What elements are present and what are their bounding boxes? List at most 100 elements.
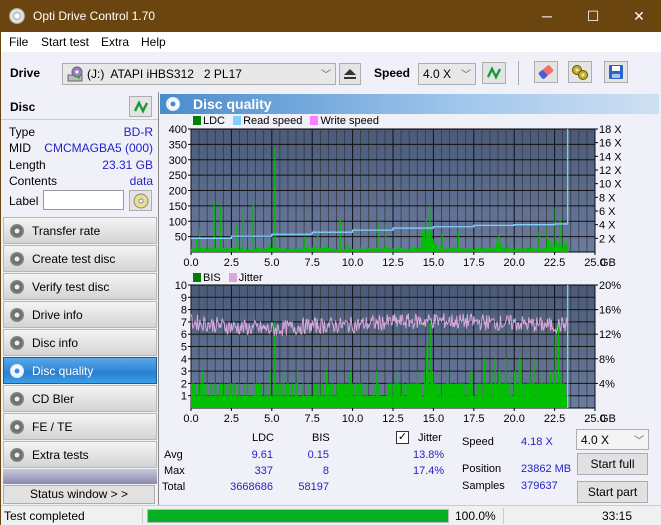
erase-icon bbox=[538, 65, 554, 79]
y-tick-label: 400 bbox=[169, 124, 187, 136]
start-part-button[interactable]: Start part bbox=[577, 481, 648, 503]
stats-avg-label: Avg bbox=[164, 449, 183, 461]
ldc-bar bbox=[236, 225, 238, 252]
menu-extra[interactable]: Extra bbox=[101, 35, 129, 49]
status-bar: Test completed 100.0% 33:15 bbox=[1, 505, 661, 525]
erase-button[interactable] bbox=[534, 61, 558, 83]
ldc-chart: 50 100 150 200 250 300 350 400 2 X4 X 6 X 8 X10 X 1… bbox=[169, 124, 623, 269]
ldc-bar bbox=[567, 246, 569, 252]
nav-disc-info[interactable]: Disc info bbox=[3, 329, 157, 356]
sidebar: Disc Type BD-R MID CMCMAGBA5 (000) Length 2… bbox=[1, 92, 159, 505]
eject-icon bbox=[344, 69, 356, 79]
bis-chart: 12345678910 4% 8% 12% 16% 20% 0.0 2.5 5.0 7.5 10.0… bbox=[175, 280, 621, 425]
disc-refresh-button[interactable] bbox=[129, 96, 152, 117]
nav-label: Create test disc bbox=[32, 252, 116, 266]
nav-verify-test-disc[interactable]: Verify test disc bbox=[3, 273, 157, 300]
x-tick-label: 12.5 bbox=[382, 413, 403, 425]
nav-filler bbox=[3, 469, 157, 484]
main-panel: Disc quality LDC Read speed Write speed … bbox=[159, 92, 661, 505]
y-tick-label: 1 bbox=[181, 391, 187, 403]
nav-transfer-rate[interactable]: Transfer rate bbox=[3, 217, 157, 244]
ldc-bar bbox=[441, 233, 443, 252]
jitter-checkbox[interactable]: ✓ bbox=[396, 431, 409, 444]
y-tick-label: 200 bbox=[169, 186, 187, 198]
stats-max-label: Max bbox=[164, 465, 185, 477]
status-text: Test completed bbox=[4, 509, 85, 523]
minimize-button[interactable]: ─ bbox=[524, 1, 570, 32]
y-tick-label: 8 bbox=[181, 305, 187, 317]
disc-contents-value: data bbox=[129, 174, 153, 188]
nav-cd-bler[interactable]: CD Bler bbox=[3, 385, 157, 412]
x-tick-label: 22.5 bbox=[544, 413, 565, 425]
stats-max-bis: 8 bbox=[322, 465, 329, 477]
y-tick-label: 10 bbox=[175, 280, 187, 292]
nav-fe-te[interactable]: FE / TE bbox=[3, 413, 157, 440]
x-unit-label: GB bbox=[600, 257, 616, 269]
maximize-button[interactable]: ☐ bbox=[570, 1, 616, 32]
drive-value: (J:) ATAPI iHBS312 2 PL17 bbox=[87, 67, 242, 81]
y-tick-label: 150 bbox=[169, 201, 187, 213]
y2-tick-label: 4 X bbox=[599, 220, 616, 232]
stats-total-ldc: 3668686 bbox=[230, 481, 273, 493]
nav-drive-info[interactable]: Drive info bbox=[3, 301, 157, 328]
disc-label-label: Label bbox=[9, 194, 39, 208]
refresh-button[interactable] bbox=[482, 62, 506, 84]
menu-start-test[interactable]: Start test bbox=[41, 35, 89, 49]
ldc-bar bbox=[213, 202, 215, 252]
disc-label-input[interactable] bbox=[43, 190, 124, 210]
ldc-bar bbox=[425, 218, 427, 252]
ldc-bar bbox=[304, 236, 306, 252]
menu-file[interactable]: File bbox=[9, 35, 28, 49]
app-disc-icon bbox=[9, 8, 25, 24]
x-tick-label: 17.5 bbox=[463, 257, 484, 269]
speed-select[interactable]: 4.0 X ﹀ bbox=[418, 63, 476, 85]
menu-help[interactable]: Help bbox=[141, 35, 166, 49]
nav-extra-tests[interactable]: Extra tests bbox=[3, 441, 157, 468]
disc-icon bbox=[133, 193, 148, 208]
y-tick-label: 300 bbox=[169, 155, 187, 167]
x-tick-label: 20.0 bbox=[503, 257, 524, 269]
ldc-bar bbox=[457, 230, 459, 252]
progress-fill bbox=[148, 510, 448, 522]
ldc-bar bbox=[559, 218, 561, 252]
disc-label-button[interactable] bbox=[129, 190, 152, 211]
y2-tick-label: 10 X bbox=[599, 179, 622, 191]
x-tick-label: 22.5 bbox=[544, 257, 565, 269]
y-tick-label: 3 bbox=[181, 366, 187, 378]
save-button[interactable] bbox=[604, 61, 628, 83]
disc-icon bbox=[10, 252, 24, 266]
ldc-bar bbox=[498, 235, 500, 252]
ldc-bar bbox=[195, 239, 198, 252]
window-title: Opti Drive Control 1.70 bbox=[33, 9, 156, 23]
x-tick-label: 7.5 bbox=[305, 413, 320, 425]
stats-header-bis: BIS bbox=[312, 432, 330, 444]
ldc-bar bbox=[199, 228, 201, 252]
nav-disc-quality[interactable]: Disc quality bbox=[3, 357, 157, 384]
y2-tick-label: 8% bbox=[599, 354, 615, 366]
ldc-bar bbox=[554, 207, 556, 252]
disc-length-value: 23.31 GB bbox=[102, 158, 153, 172]
drive-select[interactable]: (J:) ATAPI iHBS312 2 PL17 ﹀ bbox=[62, 63, 336, 85]
elapsed-time: 33:15 bbox=[602, 509, 633, 523]
status-window-button[interactable]: Status window > > bbox=[3, 485, 155, 504]
bis-bar bbox=[557, 321, 560, 408]
y-tick-label: 6 bbox=[181, 329, 187, 341]
jitter-label: Jitter bbox=[418, 432, 442, 444]
x-tick-label: 15.0 bbox=[423, 413, 444, 425]
samples-label: Samples bbox=[462, 480, 505, 492]
close-button[interactable]: ✕ bbox=[616, 1, 661, 32]
bis-bar bbox=[554, 334, 556, 408]
disc-quality-icon bbox=[166, 97, 180, 111]
y-tick-label: 100 bbox=[169, 216, 187, 228]
position-value: 23862 MB bbox=[521, 463, 572, 475]
x-tick-label: 0.0 bbox=[183, 413, 198, 425]
settings-button[interactable] bbox=[568, 61, 592, 83]
start-full-button[interactable]: Start full bbox=[577, 453, 648, 475]
nav-create-test-disc[interactable]: Create test disc bbox=[3, 245, 157, 272]
disc-mid-label: MID bbox=[9, 141, 31, 155]
eject-button[interactable] bbox=[339, 63, 361, 85]
nav-label: Disc info bbox=[32, 336, 79, 350]
disc-icon bbox=[10, 280, 24, 294]
y-tick-label: 250 bbox=[169, 170, 187, 182]
test-speed-select[interactable]: 4.0 X ﹀ bbox=[576, 429, 649, 450]
